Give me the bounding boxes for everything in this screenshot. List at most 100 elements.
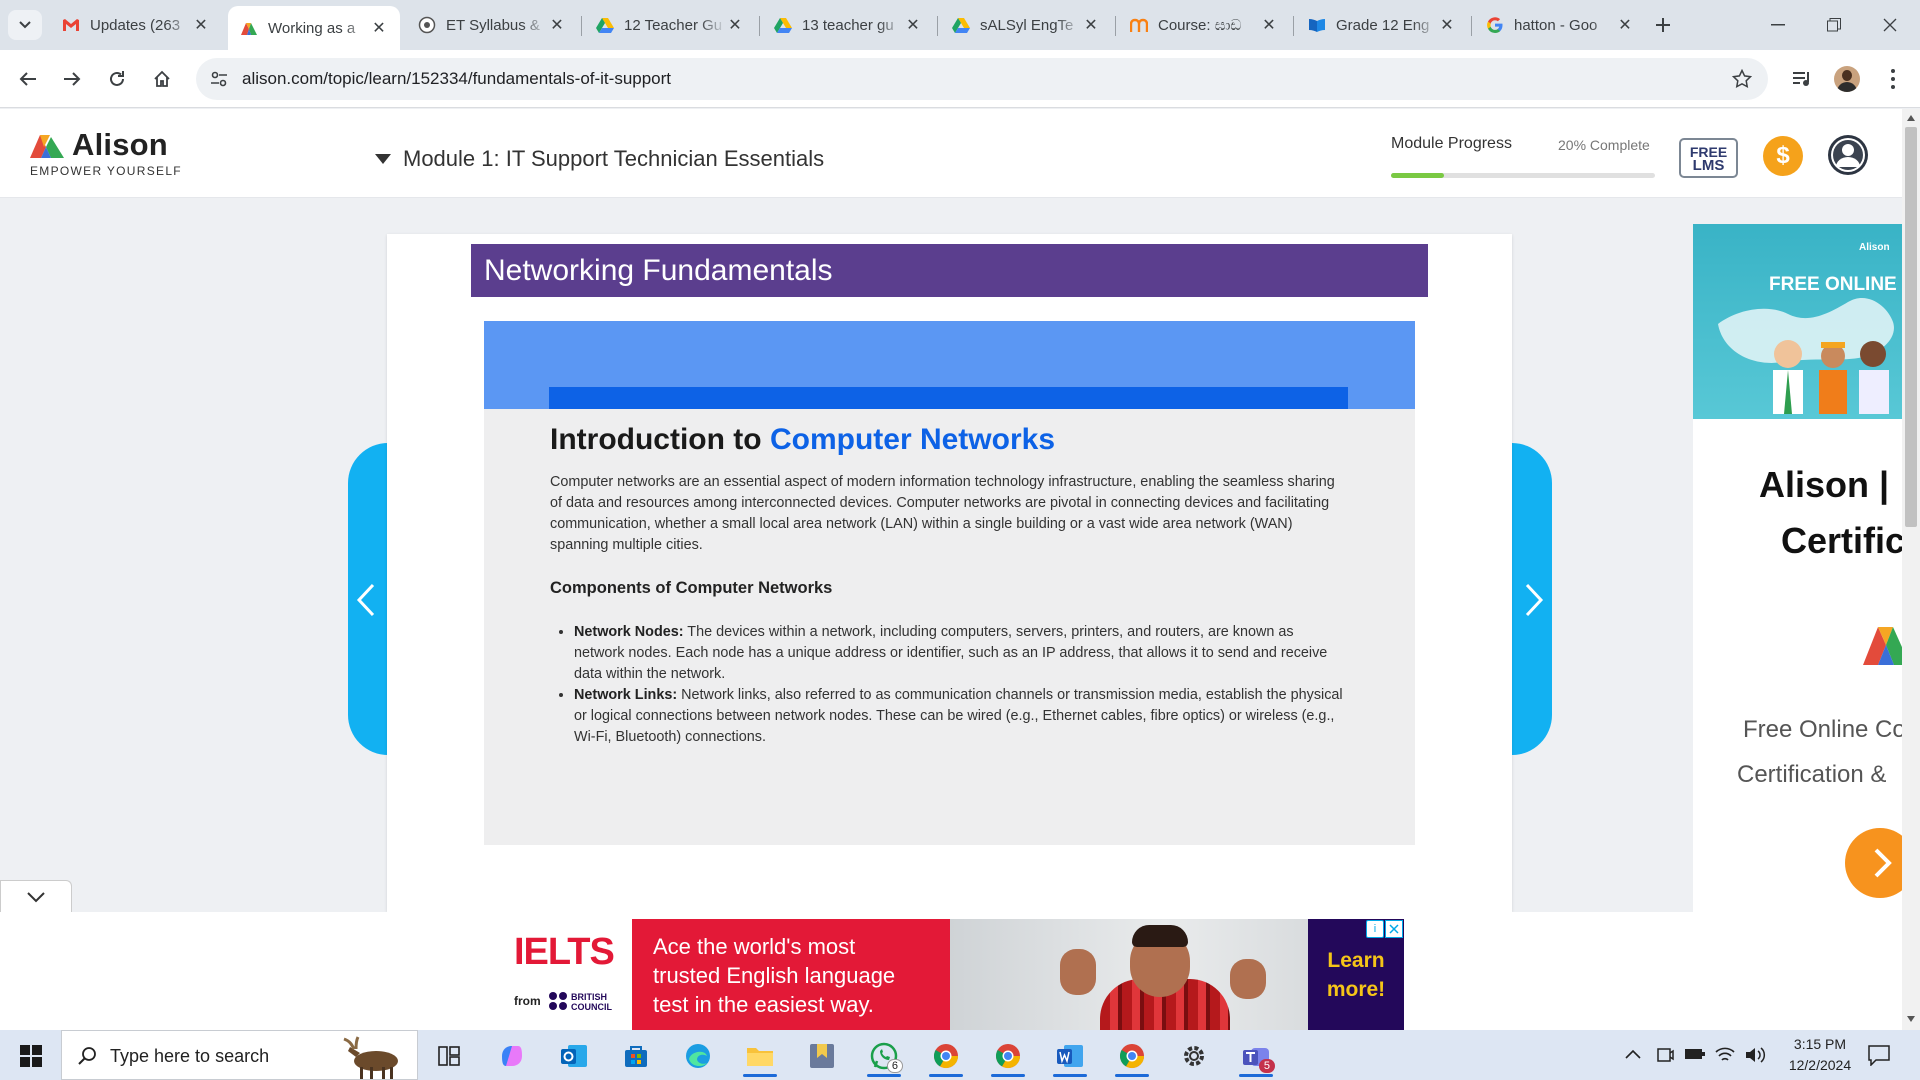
side-advertisement[interactable]: Alison FREE ONLINE Alison | Certific Fre… [1693, 224, 1902, 912]
chevron-right-icon [1874, 848, 1892, 878]
bottom-ad-strip: IELTS from BRITISH COUNCIL Ace the world… [0, 912, 1902, 1030]
browser-tab[interactable]: Updates (263 ✕ [50, 8, 222, 42]
scroll-down-icon[interactable] [1906, 1015, 1916, 1023]
browser-tab[interactable]: sALSyl EngTe ✕ [940, 8, 1112, 42]
taskbar-teams[interactable]: 5 [1231, 1035, 1281, 1077]
close-tab-icon[interactable]: ✕ [1616, 15, 1634, 35]
close-tab-icon[interactable]: ✕ [1082, 15, 1100, 35]
volume-icon[interactable] [1744, 1045, 1766, 1065]
close-tab-icon[interactable]: ✕ [726, 15, 744, 35]
close-tab-icon[interactable]: ✕ [192, 15, 210, 35]
browser-tab[interactable]: Course: ඝාඩ ✕ [1118, 8, 1290, 42]
close-tab-icon[interactable]: ✕ [1438, 15, 1456, 35]
new-tab-button[interactable] [1648, 10, 1678, 40]
browser-tab[interactable]: hatton - Goo ✕ [1474, 8, 1646, 42]
chevron-up-icon[interactable] [1625, 1049, 1641, 1059]
taskbar-whatsapp[interactable]: 6 [859, 1035, 909, 1077]
task-view-button[interactable] [424, 1035, 474, 1077]
search-icon [78, 1047, 96, 1065]
taskbar-file-explorer[interactable] [735, 1035, 785, 1077]
taskbar-search-box[interactable]: Type here to search [61, 1030, 418, 1080]
task-view-icon [438, 1046, 460, 1066]
module-selector[interactable]: Module 1: IT Support Technician Essentia… [375, 146, 824, 172]
free-lms-button[interactable]: FREE LMS [1679, 138, 1738, 178]
google-icon [1486, 16, 1504, 34]
list-item: Network Nodes: The devices within a netw… [574, 622, 1345, 685]
forward-button[interactable] [54, 61, 90, 97]
coin-button[interactable]: $ [1763, 136, 1803, 176]
collapse-ad-button[interactable] [0, 880, 72, 912]
close-window-button[interactable] [1862, 0, 1918, 50]
scrollbar-thumb[interactable] [1905, 127, 1917, 527]
user-account-button[interactable] [1828, 135, 1868, 175]
side-ad-brand: Alison [1859, 242, 1890, 253]
app-tile-icon [810, 1044, 834, 1068]
browser-tab[interactable]: ET Syllabus & ✕ [406, 8, 578, 42]
page-scrollbar[interactable] [1902, 109, 1920, 1030]
browser-tab[interactable]: Grade 12 Eng ✕ [1296, 8, 1468, 42]
side-ad-title-line1: Alison | [1759, 464, 1890, 505]
browser-tab[interactable]: 13 teacher gu ✕ [762, 8, 934, 42]
battery-icon[interactable] [1684, 1047, 1706, 1061]
teams-badge: 5 [1258, 1059, 1275, 1073]
taskbar-app-tile[interactable] [797, 1035, 847, 1077]
bookmark-star-icon[interactable] [1732, 69, 1752, 89]
taskbar-edge[interactable] [673, 1035, 723, 1077]
progress-text: 20% Complete [1558, 137, 1650, 153]
url-text[interactable]: alison.com/topic/learn/152334/fundamenta… [242, 69, 671, 89]
profile-avatar[interactable] [1834, 66, 1860, 92]
module-title: Module 1: IT Support Technician Essentia… [403, 146, 825, 171]
close-tab-icon[interactable]: ✕ [1260, 15, 1278, 35]
clock[interactable]: 3:15 PM 12/2/2024 [1770, 1034, 1870, 1076]
scroll-up-icon[interactable] [1906, 114, 1916, 122]
taskbar-chrome-3[interactable] [1107, 1035, 1157, 1077]
media-control-icon[interactable] [1792, 70, 1812, 88]
ad-cta[interactable]: Learn more! [1318, 946, 1394, 1004]
taskbar-chrome-1[interactable] [921, 1035, 971, 1077]
more-menu-icon[interactable] [1890, 68, 1896, 90]
restore-button[interactable] [1806, 0, 1862, 50]
outlook-icon [561, 1045, 587, 1067]
slide-heading: Introduction to Computer Networks [550, 420, 1345, 460]
wifi-icon[interactable] [1714, 1044, 1736, 1064]
components-list: Network Nodes: The devices within a netw… [555, 622, 1345, 748]
side-ad-next-button[interactable] [1845, 828, 1902, 898]
next-slide-button[interactable] [1512, 443, 1552, 755]
taskbar-settings[interactable] [1169, 1035, 1219, 1077]
start-button[interactable] [6, 1035, 56, 1077]
alison-logo[interactable]: Alison EMPOWER YOURSELF [28, 127, 188, 179]
ad-choices-icon[interactable]: i [1366, 920, 1384, 938]
meet-now-icon[interactable] [1656, 1045, 1674, 1065]
caret-down-icon [375, 154, 391, 164]
taskbar-word[interactable] [1045, 1035, 1095, 1077]
home-button[interactable] [144, 61, 180, 97]
taskbar-copilot[interactable] [487, 1035, 537, 1077]
back-button[interactable] [10, 61, 46, 97]
ielts-ad[interactable]: IELTS from BRITISH COUNCIL Ace the world… [496, 919, 1404, 1030]
minimize-button[interactable] [1750, 0, 1806, 50]
close-tab-icon[interactable]: ✕ [904, 15, 922, 35]
tab-search-button[interactable] [8, 10, 42, 40]
taskbar-outlook[interactable] [549, 1035, 599, 1077]
side-ad-subtitle-line1: Free Online Co [1743, 716, 1902, 743]
book-icon [1308, 16, 1326, 34]
close-tab-icon[interactable]: ✕ [370, 18, 388, 38]
ad-close-button[interactable] [1385, 920, 1403, 938]
close-tab-icon[interactable]: ✕ [548, 15, 566, 35]
site-header: Alison EMPOWER YOURSELF Module 1: IT Sup… [0, 109, 1902, 198]
reload-button[interactable] [99, 61, 135, 97]
taskbar-store[interactable] [611, 1035, 661, 1077]
slide-heading-part1: Introduction to [550, 423, 770, 456]
side-ad-subtitle-line2: Certification & [1737, 761, 1887, 788]
chevron-left-icon [356, 583, 375, 617]
british-council-label: BRITISH COUNCIL [571, 992, 612, 1012]
notifications-icon[interactable] [1867, 1044, 1891, 1066]
browser-tab[interactable]: Working as a ✕ [228, 6, 400, 50]
address-bar[interactable]: alison.com/topic/learn/152334/fundamenta… [196, 58, 1768, 100]
taskbar-chrome-2[interactable] [983, 1035, 1033, 1077]
arrow-left-icon [19, 72, 36, 86]
browser-tab[interactable]: 12 Teacher Gu ✕ [584, 8, 756, 42]
previous-slide-button[interactable] [348, 443, 388, 755]
list-item-term: Network Links: [574, 687, 678, 703]
slide-intro-paragraph: Computer networks are an essential aspec… [550, 474, 1335, 553]
